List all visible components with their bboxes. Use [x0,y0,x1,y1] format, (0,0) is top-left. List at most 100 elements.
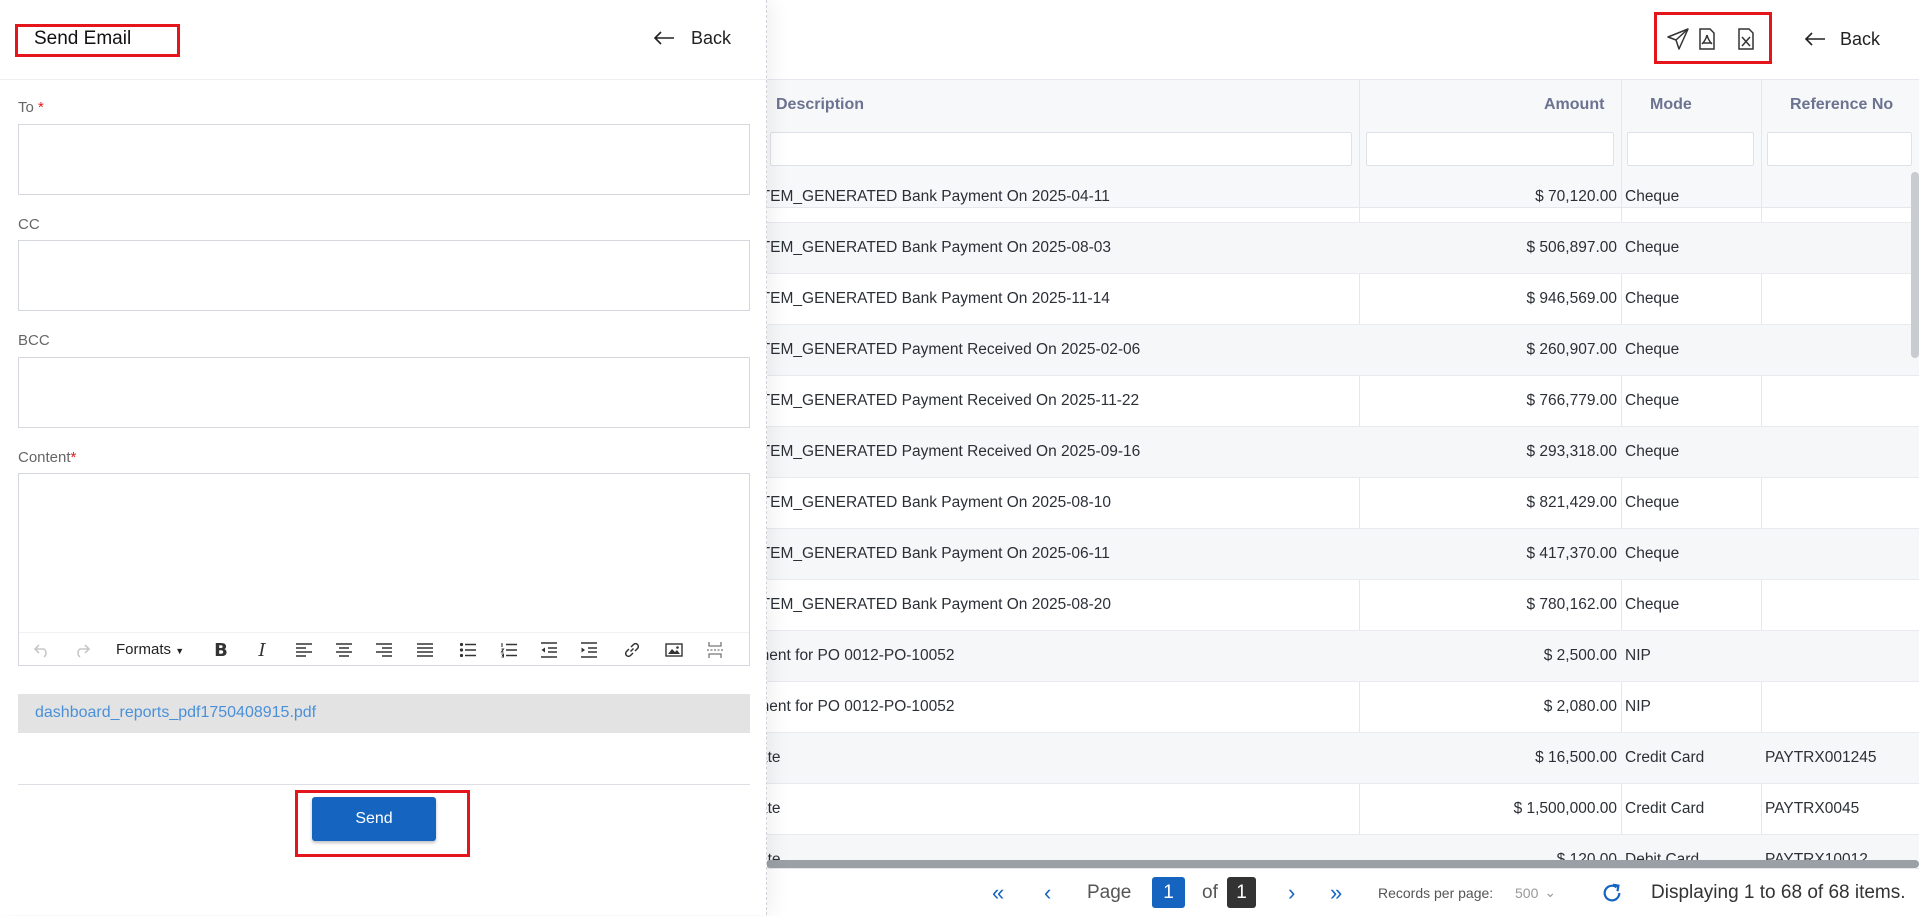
cell-amount: $ 2,500.00 [1543,647,1617,664]
filter-reference[interactable] [1767,132,1912,166]
cell-mode: NIP [1625,647,1651,664]
link-icon[interactable] [621,639,643,661]
cell-amount: $ 417,370.00 [1526,545,1617,562]
excel-icon[interactable] [1733,26,1759,52]
column-header-amount[interactable]: Amount [1544,94,1604,116]
cell-mode: Cheque [1625,290,1680,307]
panel-back-button[interactable]: Back [653,22,731,54]
cell-mode: Cheque [1625,545,1680,562]
cell-description: YSTEM_GENERATED Bank Payment On 2025-11-… [740,290,1110,307]
attachment-bar: dashboard_reports_pdf1750408915.pdf [18,694,750,733]
column-header-mode[interactable]: Mode [1650,94,1692,116]
cell-reference [1765,172,1915,222]
cell-description: urrate [740,784,1345,834]
redo-icon[interactable] [71,639,93,661]
to-field[interactable] [18,124,750,195]
current-page[interactable]: 1 [1152,877,1185,908]
cell-reference [1765,376,1915,426]
cell-description: YSTEM_GENERATED Bank Payment On 2025-08-… [740,239,1112,256]
align-left-icon[interactable] [293,639,315,661]
cell-reference [1765,682,1915,732]
filter-description[interactable] [770,132,1352,166]
first-page-icon[interactable]: « [992,869,1004,916]
bcc-field[interactable] [18,357,750,428]
cell-reference [1765,580,1915,630]
content-label: Content* [18,449,77,466]
cell-reference [1765,427,1915,477]
pdf-icon[interactable] [1694,26,1720,52]
cell-reference: PAYTRX001245 [1765,749,1877,766]
align-justify-icon[interactable] [414,639,436,661]
cell-reference [1765,274,1915,324]
panel-title: Send Email [34,28,132,49]
panel-header: Send Email Back [0,0,767,80]
cell-mode: NIP [1625,698,1651,715]
cell-description: urrate [740,733,1345,783]
cell-reference [1765,631,1915,681]
formats-dropdown[interactable]: Formats ▼ [116,641,184,658]
attachment-link[interactable]: dashboard_reports_pdf1750408915.pdf [35,704,316,722]
cell-description: YSTEM_GENERATED Payment Received On 2025… [740,341,1141,358]
align-right-icon[interactable] [373,639,395,661]
cc-label: CC [18,216,40,233]
items-summary: Displaying 1 to 68 of 68 items. [1651,881,1906,903]
bcc-label: BCC [18,332,50,349]
cell-reference [1765,325,1915,375]
next-page-icon[interactable]: › [1288,869,1295,916]
cell-reference: PAYTRX0045 [1765,800,1860,817]
column-header-reference[interactable]: Reference No [1790,94,1893,116]
page-break-icon[interactable] [704,639,726,661]
send-email-panel: Send Email Back To * CC BCC Content* For… [0,0,767,915]
indent-icon[interactable] [578,639,600,661]
editor-toolbar: Formats ▼ B I [19,632,749,666]
page-label: Page [1087,881,1132,903]
cell-mode: Cheque [1625,392,1680,409]
cell-description: YSTEM_GENERATED Bank Payment On 2025-06-… [740,545,1110,562]
numbered-list-icon[interactable] [498,639,520,661]
refresh-icon[interactable] [1601,869,1623,916]
last-page-icon[interactable]: » [1330,869,1342,916]
cell-amount: $ 16,500.00 [1535,749,1617,766]
filter-amount[interactable] [1366,132,1614,166]
of-label: of [1202,881,1218,903]
outdent-icon[interactable] [538,639,560,661]
bold-icon[interactable]: B [210,639,232,661]
cell-description: YSTEM_GENERATED Bank Payment On 2025-08-… [740,494,1112,511]
report-back-label: Back [1840,28,1881,49]
cell-amount: $ 293,318.00 [1526,443,1617,460]
content-editor[interactable]: Formats ▼ B I [18,473,750,666]
cell-description: YSTEM_GENERATED Payment Received On 2025… [740,443,1141,460]
caret-down-icon: ▼ [175,646,185,656]
send-button[interactable]: Send [312,797,436,841]
cell-amount: $ 1,500,000.00 [1513,800,1617,817]
filter-mode[interactable] [1627,132,1754,166]
cell-description: ayment for PO 0012-PO-10052 [740,647,955,664]
cell-reference [1765,529,1915,579]
cc-field[interactable] [18,240,750,311]
send-icon[interactable] [1665,26,1691,52]
column-header-description[interactable]: Description [776,94,864,116]
vertical-scrollbar[interactable] [1911,172,1919,358]
horizontal-scrollbar[interactable] [766,860,1919,868]
bullet-list-icon[interactable] [457,639,479,661]
arrow-left-icon [653,31,674,45]
cell-amount: $ 260,907.00 [1526,341,1617,358]
report-back-button[interactable]: Back [1804,24,1880,54]
cell-amount: $ 946,569.00 [1526,290,1617,307]
prev-page-icon[interactable]: ‹ [1044,869,1051,916]
cell-mode: Cheque [1625,188,1680,205]
cell-mode: Cheque [1625,443,1680,460]
cell-amount: $ 766,779.00 [1526,392,1617,409]
italic-icon[interactable]: I [251,639,273,661]
cell-amount: $ 821,429.00 [1526,494,1617,511]
records-per-page-select[interactable]: 500 ⌄ [1515,869,1556,916]
chevron-down-icon: ⌄ [1544,884,1557,900]
to-label: To * [18,99,44,116]
cell-amount: $ 780,162.00 [1526,596,1617,613]
cell-mode: Credit Card [1625,800,1705,817]
align-center-icon[interactable] [333,639,355,661]
cell-mode: Cheque [1625,239,1680,256]
image-icon[interactable] [663,639,685,661]
undo-icon[interactable] [31,639,53,661]
panel-back-label: Back [691,27,732,48]
